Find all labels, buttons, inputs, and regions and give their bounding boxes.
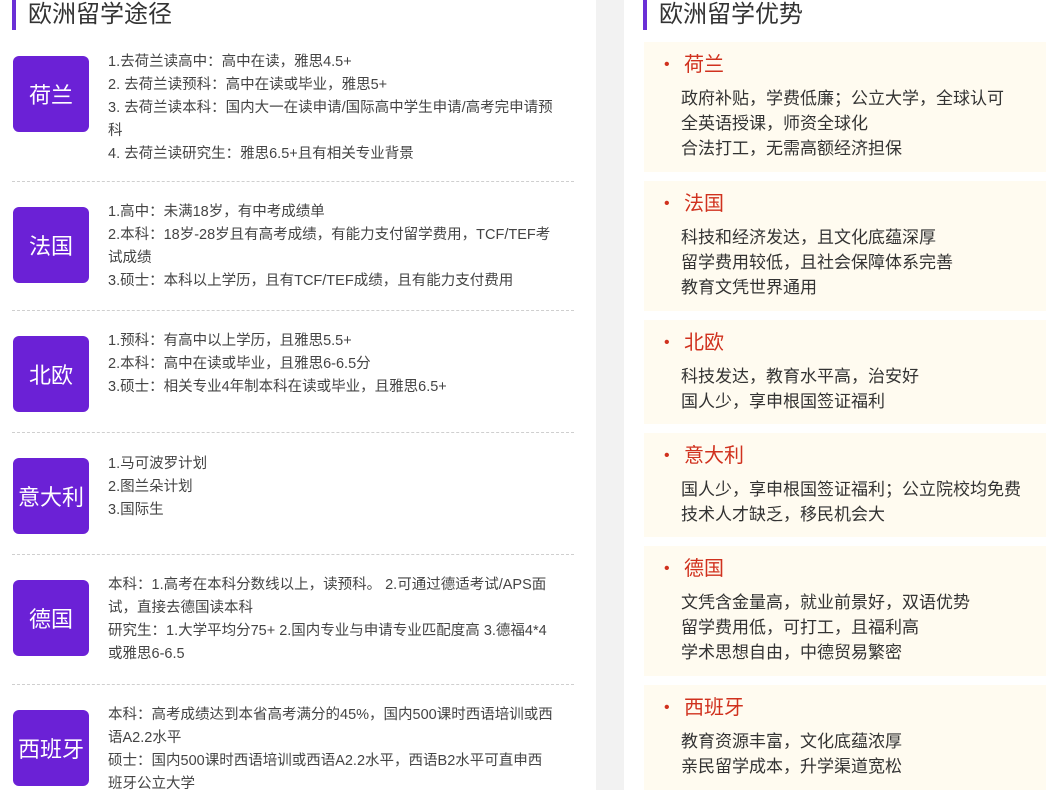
route-line: 3.国际生: [108, 502, 164, 518]
advantage-title: • 北欧: [664, 330, 724, 356]
advantage-lines: 国人少，享申根国签证福利；公立院校均免费 技术人才缺乏，移民机会大: [681, 477, 1046, 527]
advantages-panel: 欧洲留学优势 • 荷兰 政府补贴，学费低廉；公立大学，全球认可 全英语授课，师资全…: [624, 0, 1046, 790]
bullet-icon: •: [664, 699, 670, 716]
advantages-section-title: 欧洲留学优势: [643, 0, 803, 30]
country-badge-spain: 西班牙: [13, 710, 89, 786]
divider: [12, 432, 574, 433]
advantage-country: 荷兰: [684, 54, 724, 76]
advantage-line: 全英语授课，师资全球化: [681, 114, 868, 133]
route-line: 2.图兰朵计划: [108, 479, 193, 495]
route-row-spain: 西班牙 本科：高考成绩达到本省高考满分的45%，国内500课时西语培训或西语A2…: [12, 707, 574, 792]
advantage-line: 合法打工，无需高额经济担保: [681, 139, 902, 158]
advantage-line: 学术思想自由，中德贸易繁密: [681, 643, 902, 662]
route-row-germany: 德国 本科：1.高考在本科分数线以上，读预科。 2.可通过德适考试/APS面试，…: [12, 577, 574, 670]
bullet-icon: •: [664, 56, 670, 73]
advantage-card-italy: • 意大利 国人少，享申根国签证福利；公立院校均免费 技术人才缺乏，移民机会大: [644, 433, 1046, 537]
route-line: 1.预科：有高中以上学历，且雅思5.5+: [108, 333, 352, 349]
advantage-title: • 西班牙: [664, 695, 744, 721]
advantage-line: 技术人才缺乏，移民机会大: [681, 505, 885, 524]
advantage-line: 政府补贴，学费低廉；公立大学，全球认可: [681, 89, 1004, 108]
route-details-netherlands: 1.去荷兰读高中：高中在读，雅思4.5+ 2. 去荷兰读预科：高中在读或毕业，雅…: [108, 51, 556, 166]
column-gap: [596, 0, 624, 790]
advantage-country: 西班牙: [684, 697, 744, 719]
country-badge-italy: 意大利: [13, 458, 89, 534]
route-line: 本科：1.高考在本科分数线以上，读预科。 2.可通过德适考试/APS面试，直接去…: [108, 577, 547, 616]
route-row-france: 法国 1.高中：未满18岁，有中考成绩单 2.本科：18岁-28岁且有高考成绩，…: [12, 204, 574, 297]
route-line: 1.去荷兰读高中：高中在读，雅思4.5+: [108, 54, 352, 70]
advantage-lines: 科技和经济发达，且文化底蕴深厚 留学费用较低，且社会保障体系完善 教育文凭世界通…: [681, 225, 1046, 300]
route-line: 硕士：国内500课时西语培训或西语A2.2水平，西语B2水平可直申西班牙公立大学: [108, 753, 543, 792]
advantage-line: 国人少，享申根国签证福利: [681, 392, 885, 411]
advantage-lines: 文凭含金量高，就业前景好，双语优势 留学费用低，可打工，且福利高 学术思想自由，…: [681, 590, 1046, 665]
country-badge-netherlands: 荷兰: [13, 56, 89, 132]
advantage-card-spain: • 西班牙 教育资源丰富，文化底蕴浓厚 亲民留学成本，升学渠道宽松: [644, 685, 1046, 790]
divider: [12, 684, 574, 685]
advantage-country: 意大利: [684, 445, 744, 467]
route-details-france: 1.高中：未满18岁，有中考成绩单 2.本科：18岁-28岁且有高考成绩，有能力…: [108, 201, 556, 293]
route-line: 本科：高考成绩达到本省高考满分的45%，国内500课时西语培训或西语A2.2水平: [108, 707, 553, 746]
advantage-card-germany: • 德国 文凭含金量高，就业前景好，双语优势 留学费用低，可打工，且福利高 学术思…: [644, 546, 1046, 676]
advantage-country: 北欧: [684, 332, 724, 354]
routes-panel: 欧洲留学途径 荷兰 1.去荷兰读高中：高中在读，雅思4.5+ 2. 去荷兰读预科…: [0, 0, 596, 792]
advantage-lines: 教育资源丰富，文化底蕴浓厚 亲民留学成本，升学渠道宽松: [681, 729, 1046, 779]
route-line: 1.马可波罗计划: [108, 456, 208, 472]
advantage-line: 留学费用低，可打工，且福利高: [681, 618, 919, 637]
route-line: 2. 去荷兰读预科：高中在读或毕业，雅思5+: [108, 77, 388, 93]
route-line: 3.硕士：本科以上学历，且有TCF/TEF成绩，且有能力支付费用: [108, 273, 514, 289]
bullet-icon: •: [664, 447, 670, 464]
route-row-nordic: 北欧 1.预科：有高中以上学历，且雅思5.5+ 2.本科：高中在读或毕业，且雅思…: [12, 333, 574, 416]
advantage-title: • 荷兰: [664, 52, 724, 78]
advantage-lines: 科技发达，教育水平高，治安好 国人少，享申根国签证福利: [681, 364, 1046, 414]
advantage-title: • 德国: [664, 556, 724, 582]
country-badge-nordic: 北欧: [13, 336, 89, 412]
route-details-italy: 1.马可波罗计划 2.图兰朵计划 3.国际生: [108, 453, 556, 522]
route-line: 研究生：1.大学平均分75+ 2.国内专业与申请专业匹配度高 3.德福4*4或雅…: [108, 623, 547, 662]
advantage-line: 国人少，享申根国签证福利；公立院校均免费: [681, 480, 1021, 499]
advantage-line: 科技和经济发达，且文化底蕴深厚: [681, 228, 936, 247]
route-line: 3. 去荷兰读本科：国内大一在读申请/国际高中学生申请/高考完申请预科: [108, 100, 553, 139]
advantage-country: 德国: [684, 558, 724, 580]
route-details-nordic: 1.预科：有高中以上学历，且雅思5.5+ 2.本科：高中在读或毕业，且雅思6-6…: [108, 330, 556, 399]
route-line: 2.本科：高中在读或毕业，且雅思6-6.5分: [108, 356, 371, 372]
advantage-card-netherlands: • 荷兰 政府补贴，学费低廉；公立大学，全球认可 全英语授课，师资全球化 合法打工…: [644, 42, 1046, 172]
bullet-icon: •: [664, 195, 670, 212]
country-badge-france: 法国: [13, 207, 89, 283]
divider: [12, 181, 574, 182]
advantage-line: 留学费用较低，且社会保障体系完善: [681, 253, 953, 272]
advantage-title: • 意大利: [664, 443, 744, 469]
advantage-country: 法国: [684, 193, 724, 215]
advantage-title: • 法国: [664, 191, 724, 217]
route-row-netherlands: 荷兰 1.去荷兰读高中：高中在读，雅思4.5+ 2. 去荷兰读预科：高中在读或毕…: [12, 54, 574, 166]
advantage-card-nordic: • 北欧 科技发达，教育水平高，治安好 国人少，享申根国签证福利: [644, 320, 1046, 424]
advantage-lines: 政府补贴，学费低廉；公立大学，全球认可 全英语授课，师资全球化 合法打工，无需高…: [681, 86, 1046, 161]
advantage-line: 亲民留学成本，升学渠道宽松: [681, 757, 902, 776]
country-badge-germany: 德国: [13, 580, 89, 656]
route-row-italy: 意大利 1.马可波罗计划 2.图兰朵计划 3.国际生: [12, 456, 574, 538]
route-line: 2.本科：18岁-28岁且有高考成绩，有能力支付留学费用，TCF/TEF考试成绩: [108, 227, 551, 266]
advantage-line: 教育文凭世界通用: [681, 278, 817, 297]
divider: [12, 310, 574, 311]
bullet-icon: •: [664, 560, 670, 577]
divider: [12, 554, 574, 555]
route-line: 3.硕士：相关专业4年制本科在读或毕业，且雅思6.5+: [108, 379, 447, 395]
route-line: 1.高中：未满18岁，有中考成绩单: [108, 204, 325, 220]
route-line: 4. 去荷兰读研究生：雅思6.5+且有相关专业背景: [108, 146, 414, 162]
advantage-line: 科技发达，教育水平高，治安好: [681, 367, 919, 386]
routes-section-title: 欧洲留学途径: [12, 0, 172, 30]
advantage-line: 文凭含金量高，就业前景好，双语优势: [681, 593, 970, 612]
route-details-spain: 本科：高考成绩达到本省高考满分的45%，国内500课时西语培训或西语A2.2水平…: [108, 704, 556, 796]
bullet-icon: •: [664, 334, 670, 351]
advantage-card-france: • 法国 科技和经济发达，且文化底蕴深厚 留学费用较低，且社会保障体系完善 教育文…: [644, 181, 1046, 311]
advantage-line: 教育资源丰富，文化底蕴浓厚: [681, 732, 902, 751]
route-details-germany: 本科：1.高考在本科分数线以上，读预科。 2.可通过德适考试/APS面试，直接去…: [108, 574, 556, 666]
